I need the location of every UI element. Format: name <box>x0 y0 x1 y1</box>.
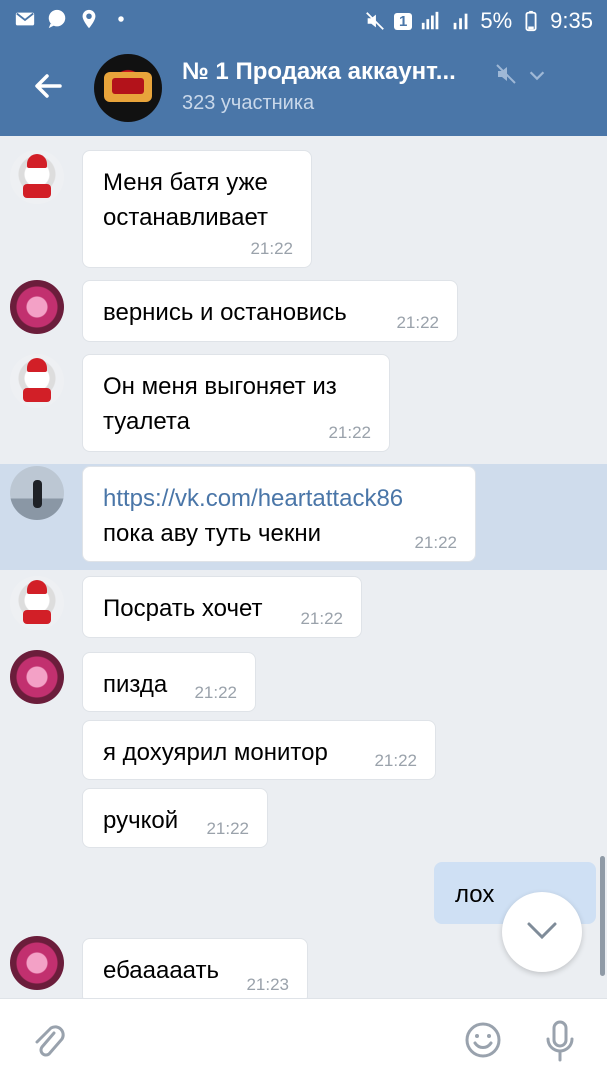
chevron-down-icon[interactable] <box>526 64 548 86</box>
message-input-bar <box>0 998 607 1080</box>
message-time: 21:22 <box>300 609 343 628</box>
message-time: 21:22 <box>374 751 417 770</box>
member-count: 323 участника <box>182 92 315 114</box>
microphone-icon[interactable] <box>544 1019 576 1063</box>
message-time: 21:22 <box>206 819 249 838</box>
signal-icon <box>422 11 439 30</box>
message-bubble[interactable]: вернись и остановись 21:22 <box>82 280 458 342</box>
message-bubble[interactable]: Он меня выгоняет из туалета 21:22 <box>82 354 390 452</box>
avatar[interactable] <box>10 650 64 704</box>
scrollbar[interactable] <box>600 856 605 976</box>
chat-header: № 1 Продажа аккаунт... 323 участника <box>0 40 607 136</box>
message-time: 21:22 <box>328 423 371 442</box>
message-time: 21:22 <box>250 239 293 258</box>
clock: 9:35 <box>550 8 593 33</box>
message-text: я дохуярил монитор <box>103 739 328 766</box>
back-arrow-icon[interactable] <box>30 68 66 104</box>
message-bubble[interactable]: ручкой 21:22 <box>82 788 268 848</box>
message-link[interactable]: https://vk.com/heartattack86 <box>103 481 455 516</box>
chat-title[interactable]: № 1 Продажа аккаунт... <box>182 58 456 86</box>
message-list[interactable]: Меня батя уже останавливает 21:22 вернис… <box>0 136 607 998</box>
message-time: 21:23 <box>246 975 289 994</box>
message-time: 21:22 <box>414 533 457 552</box>
message-text: останавливает <box>103 204 268 231</box>
message-text: пока аву туть чекни <box>103 520 322 547</box>
message-bubble[interactable]: https://vk.com/heartattack86 пока аву ту… <box>82 466 476 562</box>
message-time: 21:22 <box>396 313 439 332</box>
avatar[interactable] <box>10 280 64 334</box>
emoji-icon[interactable] <box>464 1021 502 1059</box>
message-text: Меня батя уже <box>103 169 268 196</box>
message-text: вернись и остановись <box>103 299 347 326</box>
message-text: Он меня выгоняет из <box>103 373 337 400</box>
avatar[interactable] <box>10 150 64 204</box>
message-bubble[interactable]: я дохуярил монитор 21:22 <box>82 720 436 780</box>
avatar[interactable] <box>10 576 64 630</box>
sim-badge: 1 <box>394 12 413 30</box>
message-bubble[interactable]: Меня батя уже останавливает 21:22 <box>82 150 312 268</box>
mute-icon[interactable] <box>494 62 518 86</box>
avatar[interactable] <box>10 466 64 520</box>
avatar[interactable] <box>10 354 64 408</box>
mail-icon <box>15 12 35 26</box>
status-bar: 1 5% 9:35 <box>0 0 607 40</box>
paperclip-icon[interactable] <box>30 1021 66 1061</box>
chat-bubble-icon <box>48 9 66 29</box>
message-time: 21:22 <box>194 683 237 702</box>
chat-avatar[interactable] <box>94 54 162 122</box>
battery-icon <box>525 10 537 32</box>
battery-percent: 5% <box>480 8 513 33</box>
message-bubble[interactable]: Посрать хочет 21:22 <box>82 576 362 638</box>
location-pin-icon <box>82 9 96 29</box>
scroll-to-bottom-button[interactable] <box>502 892 582 972</box>
chevron-down-icon <box>527 922 557 940</box>
avatar[interactable] <box>10 936 64 990</box>
mute-notifications-icon <box>366 12 384 30</box>
signal-2-icon <box>454 13 468 30</box>
message-bubble[interactable]: пизда 21:22 <box>82 652 256 712</box>
message-bubble[interactable]: ебааааать 21:23 <box>82 938 308 998</box>
dot-icon <box>118 16 124 22</box>
